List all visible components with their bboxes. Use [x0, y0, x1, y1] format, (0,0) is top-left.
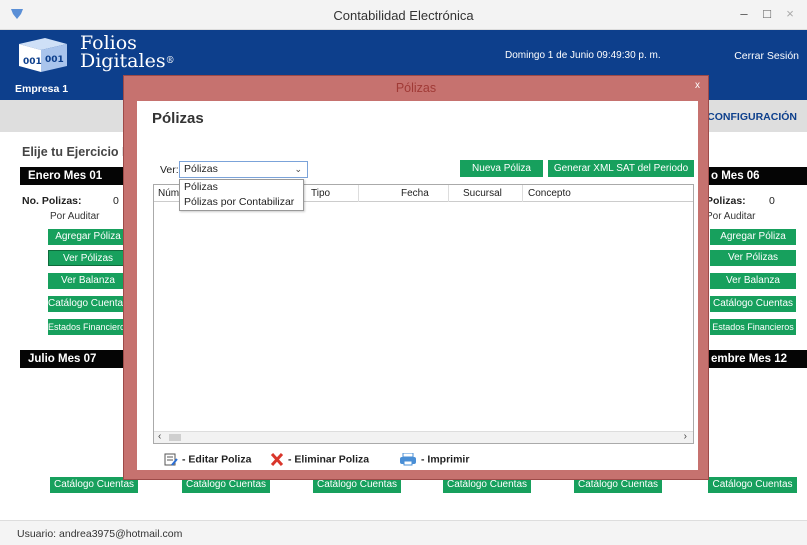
view-balance-button[interactable]: Ver Balanza: [48, 273, 128, 289]
minimize-button[interactable]: –: [733, 4, 755, 24]
column-sucursal[interactable]: Sucursal: [459, 185, 523, 202]
view-balance-button-right[interactable]: Ver Balanza: [710, 273, 796, 289]
company-name: Empresa 1: [15, 83, 69, 95]
view-filter-value: Pólizas: [184, 163, 218, 175]
new-policy-button[interactable]: Nueva Póliza: [460, 160, 543, 177]
dialog-close-button[interactable]: x: [695, 80, 700, 91]
month-header-06: o Mes 06: [703, 167, 807, 185]
add-policy-button-right[interactable]: Agregar Póliza: [710, 229, 796, 245]
policies-label-right: Polizas:: [706, 195, 746, 207]
window-titlebar: Contabilidad Electrónica – □ ×: [0, 0, 807, 30]
add-policy-button[interactable]: Agregar Póliza: [48, 229, 128, 245]
financial-statements-button[interactable]: Estados Financieros: [48, 319, 128, 335]
horizontal-scrollbar[interactable]: ‹ ›: [154, 431, 693, 443]
datetime-label: Domingo 1 de Junio 09:49:30 p. m.: [505, 50, 661, 61]
view-filter-select[interactable]: Pólizas ⌄: [179, 161, 308, 178]
dropdown-option-polizas[interactable]: Pólizas: [180, 180, 303, 195]
policies-label: No. Polizas:: [22, 195, 82, 207]
scroll-thumb[interactable]: [169, 434, 181, 441]
view-filter-label: Ver:: [160, 164, 179, 176]
view-policies-button[interactable]: Ver Pólizas: [48, 250, 128, 266]
config-menu[interactable]: CONFIGURACIÓN: [707, 111, 797, 123]
policies-count: 0: [113, 195, 119, 207]
policies-dialog: Pólizas x Pólizas Ver: Pólizas ⌄ Nueva P…: [123, 75, 709, 480]
status-bar: Usuario: andrea3975@hotmail.com: [0, 520, 807, 545]
edit-policy-action[interactable]: - Editar Poliza: [164, 453, 251, 466]
exercise-label: Elije tu Ejercicio F: [22, 145, 130, 159]
svg-text:001: 001: [45, 55, 64, 65]
dropdown-option-por-contabilizar[interactable]: Pólizas por Contabilizar: [180, 195, 303, 210]
account-catalog-button-right[interactable]: Catálogo Cuentas: [710, 296, 796, 312]
svg-text:001: 001: [23, 57, 42, 67]
chevron-down-icon: ⌄: [294, 164, 302, 174]
column-concepto[interactable]: Concepto: [524, 185, 694, 202]
scroll-right-icon[interactable]: ›: [684, 431, 687, 442]
printer-icon: [400, 453, 416, 466]
financial-statements-button-right[interactable]: Estados Financieros: [710, 319, 796, 335]
month-header-07: Julio Mes 07: [20, 350, 130, 368]
dialog-title: Pólizas: [395, 81, 437, 95]
column-fecha[interactable]: Fecha: [397, 185, 449, 202]
delete-policy-action[interactable]: - Eliminar Poliza: [270, 453, 369, 466]
policies-count-right: 0: [769, 195, 775, 207]
account-catalog-button-b6[interactable]: Catálogo Cuentas: [708, 477, 797, 493]
print-action[interactable]: - Imprimir: [399, 453, 469, 466]
generate-xml-button[interactable]: Generar XML SAT del Periodo: [548, 160, 694, 177]
policies-grid[interactable]: Núm Tipo Fecha Sucursal Concepto ‹ ›: [153, 184, 694, 444]
delete-x-icon: [270, 453, 284, 466]
column-tipo[interactable]: Tipo: [307, 185, 359, 202]
edit-icon: [164, 453, 178, 466]
audit-status-right: Por Auditar: [706, 211, 756, 222]
close-window-button[interactable]: ×: [779, 4, 801, 24]
logout-link[interactable]: Cerrar Sesión: [734, 50, 799, 62]
maximize-button[interactable]: □: [756, 4, 778, 24]
view-policies-button-right[interactable]: Ver Pólizas: [710, 250, 796, 266]
column-num[interactable]: Núm: [154, 185, 182, 202]
folios-logo-icon: 001 001: [19, 38, 67, 72]
audit-status: Por Auditar: [50, 211, 100, 222]
window-title: Contabilidad Electrónica: [333, 8, 474, 23]
logo-text: Folios Digitales®: [80, 32, 175, 72]
month-header-12: embre Mes 12: [703, 350, 807, 368]
view-filter-dropdown: Pólizas Pólizas por Contabilizar: [179, 179, 304, 211]
dialog-body: Pólizas Ver: Pólizas ⌄ Nueva Póliza Gene…: [137, 101, 698, 470]
user-label: Usuario: andrea3975@hotmail.com: [17, 528, 183, 540]
month-header-01: Enero Mes 01: [20, 167, 130, 185]
dialog-heading: Pólizas: [152, 110, 204, 127]
scroll-left-icon[interactable]: ‹: [158, 431, 161, 442]
account-catalog-button[interactable]: Catálogo Cuentas: [48, 296, 128, 312]
